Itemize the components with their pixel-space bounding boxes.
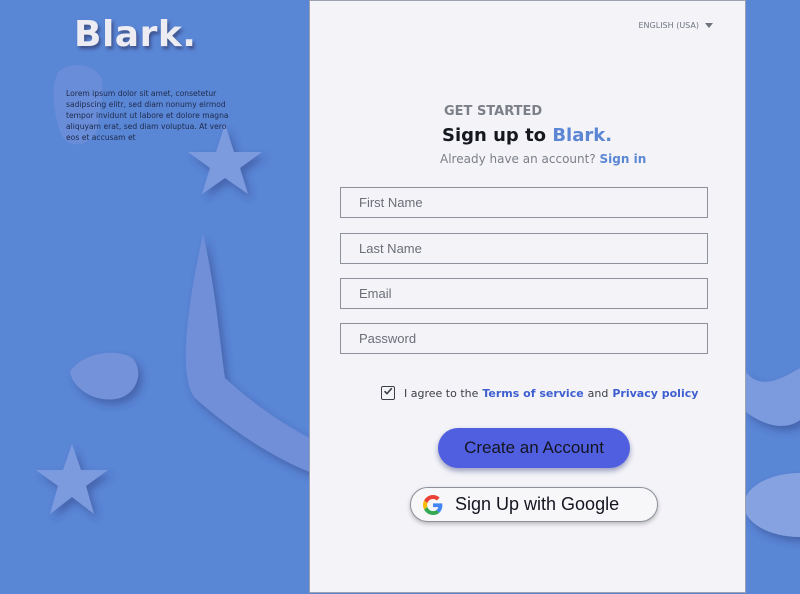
right-blob-shape [744, 473, 800, 537]
first-name-field[interactable] [340, 187, 708, 218]
checkmark-icon [383, 387, 393, 395]
google-button-label: Sign Up with Google [455, 494, 620, 514]
get-started-label: GET STARTED [444, 104, 543, 119]
language-selector[interactable]: ENGLISH (USA) [638, 21, 713, 30]
google-signup-button[interactable]: Sign Up with Google [410, 487, 658, 522]
title-prefix: Sign up to [442, 125, 553, 146]
google-logo-icon [423, 494, 443, 515]
password-field[interactable] [340, 323, 708, 354]
last-name-field[interactable] [340, 233, 708, 264]
agree-and-text: and [587, 386, 609, 400]
agree-checkbox[interactable] [381, 386, 395, 400]
email-field[interactable] [340, 278, 708, 309]
signin-link[interactable]: Sign in [600, 152, 647, 166]
star-icon [36, 444, 108, 514]
page-title: Sign up to Blark. [442, 125, 612, 146]
create-account-button[interactable]: Create an Account [438, 428, 630, 468]
title-brand: Blark. [552, 125, 613, 146]
account-prompt-text: Already have an account? [440, 152, 600, 166]
caret-down-icon [705, 23, 713, 28]
intro-text: Lorem ipsum dolor sit amet, consetetur s… [66, 89, 229, 142]
terms-link[interactable]: Terms of service [482, 387, 583, 400]
language-label: ENGLISH (USA) [638, 21, 700, 30]
privacy-link[interactable]: Privacy policy [612, 387, 698, 400]
brand-logo: Blark. [74, 14, 197, 55]
agree-prefix-text: I agree to the [404, 386, 479, 400]
signup-panel: ENGLISH (USA) GET STARTED Sign up to Bla… [309, 0, 746, 593]
signin-prompt: Already have an account? Sign in [440, 152, 646, 166]
terms-agreement: I agree to the Terms of service and Priv… [381, 386, 698, 400]
blob-shape [70, 352, 139, 400]
right-boomerang-shape [746, 368, 800, 426]
